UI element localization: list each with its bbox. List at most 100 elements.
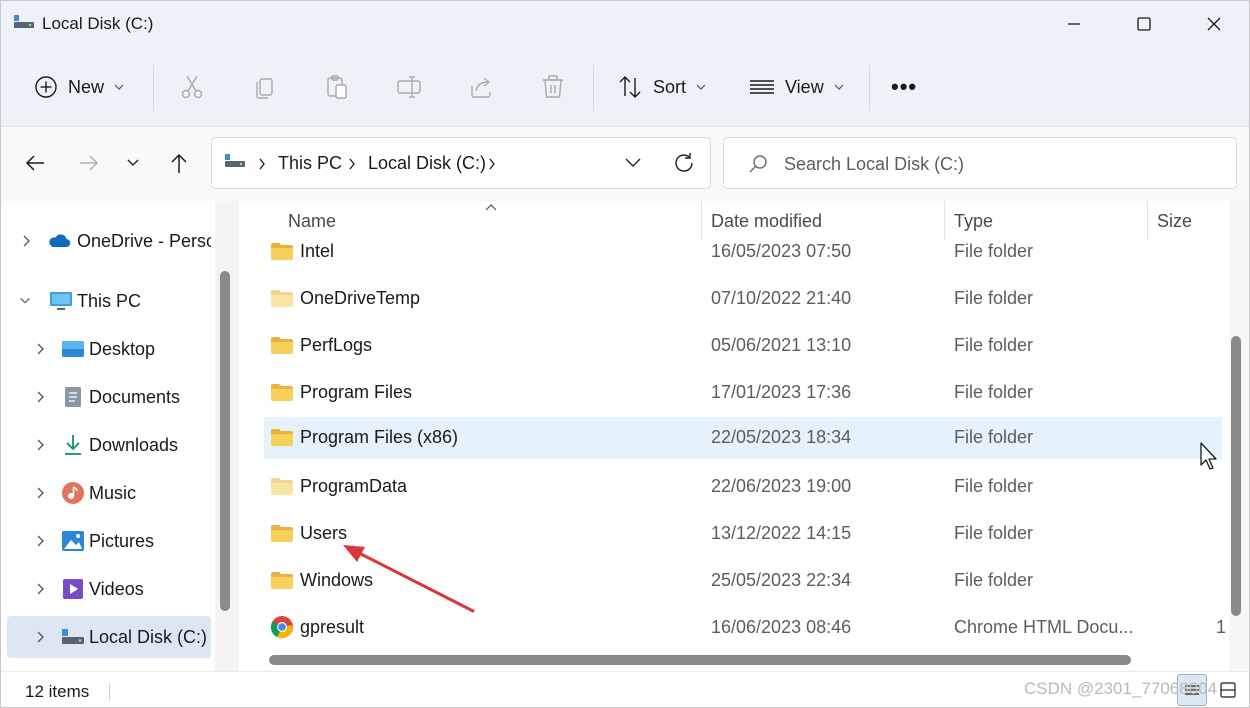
sidebar-item-documents[interactable]: Documents [7, 376, 211, 418]
file-date: 13/12/2022 14:15 [711, 523, 852, 543]
breadcrumb-this-pc[interactable]: This PC [278, 153, 342, 174]
file-name: Program Files (x86) [300, 427, 459, 447]
item-count: 12 items [25, 682, 90, 701]
file-date: 16/06/2023 08:46 [711, 617, 852, 637]
toolbar-divider [153, 65, 154, 111]
list-item[interactable]: Intel 16/05/2023 07:50 File folder [264, 231, 1222, 273]
mouse-cursor-icon [1200, 442, 1217, 470]
drive-icon [62, 629, 84, 644]
title-bar: Local Disk (C:) [1, 1, 1249, 47]
refresh-icon[interactable] [672, 151, 696, 180]
copy-icon[interactable] [249, 71, 281, 103]
sidebar-item-desktop[interactable]: Desktop [7, 328, 211, 370]
sidebar-item-label: OneDrive - Personal [77, 230, 211, 251]
minimize-button[interactable] [1039, 1, 1109, 47]
sidebar-item-label: Documents [89, 386, 181, 407]
back-button[interactable] [19, 147, 51, 179]
chevron-right-icon [488, 157, 496, 175]
chevron-down-icon [696, 84, 706, 90]
list-item[interactable]: PerfLogs 05/06/2021 13:10 File folder [264, 325, 1222, 367]
sidebar-item-music[interactable]: Music [7, 472, 211, 514]
sidebar-scrollbar-thumb[interactable] [220, 271, 230, 611]
documents-icon [65, 387, 81, 407]
file-name: OneDriveTemp [300, 288, 421, 308]
file-type: File folder [954, 382, 1034, 402]
folder-icon [271, 243, 293, 260]
status-divider [109, 684, 110, 700]
sort-label: Sort [653, 76, 687, 97]
window-title: Local Disk (C:) [42, 14, 154, 33]
tiles-view-icon [1220, 682, 1236, 698]
view-button[interactable]: View [749, 67, 844, 107]
chevron-down-icon [20, 298, 30, 304]
list-item[interactable]: OneDriveTemp 07/10/2022 21:40 File folde… [264, 278, 1222, 320]
watermark-text: CSDN @2301_77068804 [1024, 679, 1218, 698]
sort-button[interactable]: Sort [617, 67, 706, 107]
toolbar-divider [593, 65, 594, 111]
chevron-right-icon [37, 535, 44, 547]
chevron-right-icon [37, 583, 44, 595]
new-label: New [68, 76, 105, 97]
sort-ascending-icon [485, 204, 497, 211]
sidebar-item-local-disk[interactable]: Local Disk (C:) [7, 616, 211, 658]
search-placeholder: Search Local Disk (C:) [784, 154, 965, 174]
file-date: 07/10/2022 21:40 [711, 288, 852, 308]
rename-icon[interactable] [393, 71, 425, 103]
folder-icon [271, 290, 293, 307]
new-button[interactable]: New [34, 67, 124, 107]
list-item[interactable]: Program Files (x86) 22/05/2023 18:34 Fil… [264, 417, 1222, 459]
pc-icon [50, 292, 72, 310]
column-header-date[interactable]: Date modified [711, 211, 822, 232]
up-button[interactable] [163, 147, 195, 179]
more-icon: ••• [891, 74, 918, 99]
search-input[interactable]: Search Local Disk (C:) [723, 137, 1237, 189]
horizontal-scrollbar-thumb[interactable] [269, 655, 1131, 665]
delete-icon[interactable] [537, 71, 569, 103]
file-name: Program Files [300, 382, 413, 402]
file-date: 05/06/2021 13:10 [711, 335, 852, 355]
folder-icon [271, 525, 293, 542]
vertical-scrollbar-thumb[interactable] [1231, 336, 1241, 616]
sidebar-item-label: Videos [89, 578, 144, 599]
folder-icon [271, 384, 293, 401]
drive-icon [13, 13, 35, 36]
list-item[interactable]: Program Files 17/01/2023 17:36 File fold… [264, 372, 1222, 414]
address-bar[interactable]: This PC Local Disk (C:) [211, 137, 711, 189]
file-type: File folder [954, 288, 1034, 308]
forward-button[interactable] [73, 147, 105, 179]
folder-icon [271, 337, 293, 354]
sidebar-item-label: This PC [77, 290, 142, 311]
file-date: 17/01/2023 17:36 [711, 382, 852, 402]
address-dropdown-icon[interactable] [624, 156, 642, 174]
chevron-right-icon [37, 391, 44, 403]
maximize-button[interactable] [1109, 1, 1179, 47]
chevron-down-icon [114, 84, 124, 90]
annotation-arrow [343, 545, 475, 613]
list-item[interactable]: ProgramData 22/06/2023 19:00 File folder [264, 466, 1222, 508]
sidebar-item-this-pc[interactable]: This PC [7, 280, 211, 322]
see-more-button[interactable]: ••• [891, 67, 917, 107]
sidebar-item-videos[interactable]: Videos [7, 568, 211, 610]
share-icon[interactable] [465, 71, 497, 103]
column-header-name[interactable]: Name [288, 211, 336, 232]
close-button[interactable] [1179, 1, 1249, 47]
folder-icon [271, 572, 293, 589]
tiles-view-button[interactable] [1213, 674, 1243, 706]
recent-locations-button[interactable] [117, 147, 149, 179]
cut-icon[interactable] [176, 71, 208, 103]
file-name: Intel [300, 241, 335, 261]
desktop-icon [62, 341, 84, 357]
sidebar-item-downloads[interactable]: Downloads [7, 424, 211, 466]
sidebar-item-pictures[interactable]: Pictures [7, 520, 211, 562]
sidebar-item-label: Local Disk (C:) [89, 626, 208, 647]
column-header-size[interactable]: Size [1157, 211, 1192, 232]
column-header-type[interactable]: Type [954, 211, 993, 232]
view-list-icon [750, 80, 774, 94]
folder-icon [271, 429, 293, 446]
folder-icon [271, 478, 293, 495]
sidebar-item-onedrive[interactable]: OneDrive - Personal [7, 220, 211, 262]
search-icon [748, 154, 768, 179]
breadcrumb-local-disk[interactable]: Local Disk (C:) [368, 153, 486, 174]
paste-icon[interactable] [321, 71, 353, 103]
chevron-right-icon [23, 235, 30, 247]
